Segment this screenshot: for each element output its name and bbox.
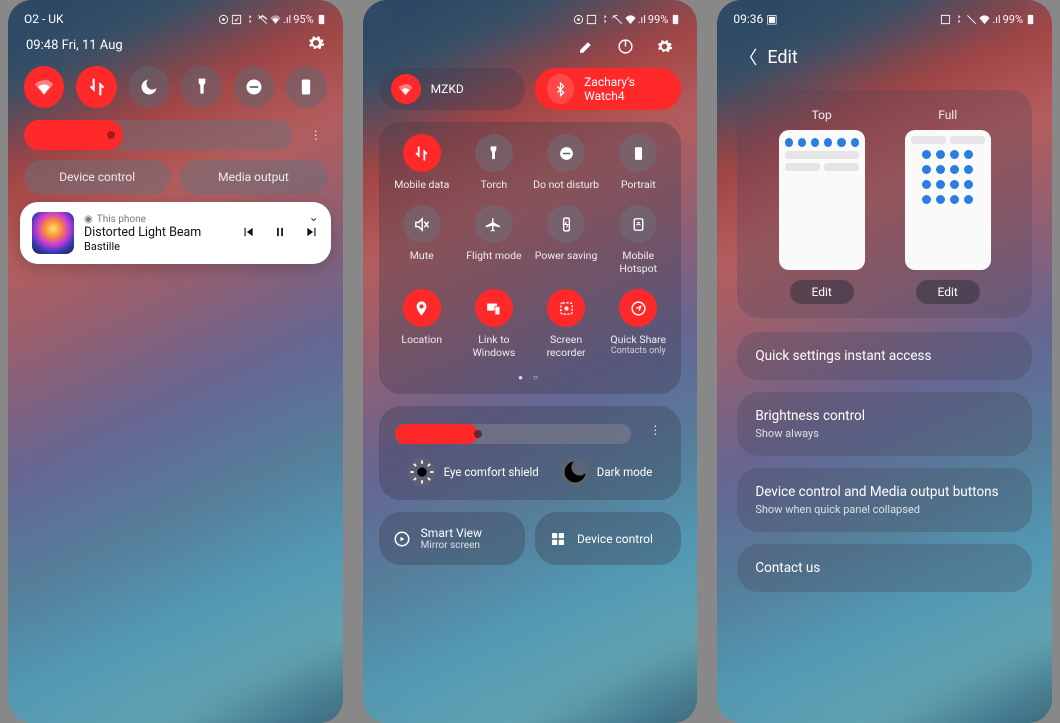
status-bar: .ıl 99% [373, 8, 688, 30]
tile-mobile-data[interactable]: Mobile data [389, 134, 455, 191]
setting-instant-access[interactable]: Quick settings instant access [737, 332, 1032, 380]
battery-pct: 99% [1003, 13, 1023, 26]
brightness-slider[interactable] [24, 120, 293, 150]
status-bar: O2 - UK .ıl 95% [18, 8, 333, 30]
eye-comfort-toggle[interactable]: Eye comfort shield [408, 458, 539, 486]
tile-quick-share[interactable]: Quick ShareContacts only [605, 289, 671, 359]
preview-full-label: Full [905, 108, 991, 122]
dark-mode-toggle[interactable]: Dark mode [561, 458, 653, 486]
tile-power-saving[interactable]: Power saving [533, 205, 599, 275]
tile-dnd[interactable]: Do not disturb [533, 134, 599, 191]
page-dots[interactable]: ● ○ [389, 373, 672, 382]
status-bar: 09:36 ▣ .ıl 99% [727, 8, 1042, 30]
target-icon: ◉ [84, 214, 93, 225]
tile-screen-recorder[interactable]: Screen recorder [533, 289, 599, 359]
battery-pct: 95% [293, 13, 313, 26]
mobile-data-toggle[interactable] [76, 66, 116, 108]
setting-brightness-control[interactable]: Brightness control Show always [737, 392, 1032, 456]
bluetooth-pill[interactable]: Zachary's Watch4 [535, 68, 681, 110]
setting-device-media-buttons[interactable]: Device control and Media output buttons … [737, 468, 1032, 532]
battery-pct: 99% [648, 13, 668, 26]
media-output-button[interactable]: Media output [180, 160, 326, 194]
media-player-card[interactable]: ◉ This phone Distorted Light Beam Bastill… [20, 202, 331, 264]
page-title: Edit [767, 47, 797, 68]
play-pause-button[interactable] [273, 225, 287, 242]
smart-view-tile[interactable]: Smart ViewMirror screen [379, 512, 525, 565]
torch-toggle[interactable] [181, 66, 221, 108]
tile-hotspot[interactable]: Mobile Hotspot [605, 205, 671, 275]
tile-mute[interactable]: Mute [389, 205, 455, 275]
edit-icon[interactable] [578, 38, 595, 58]
device-control-tile[interactable]: Device control [535, 512, 681, 565]
image-icon: ▣ [766, 12, 777, 26]
minus-toggle[interactable] [234, 66, 274, 108]
status-icons: .ıl 99% [940, 13, 1036, 26]
next-track-button[interactable] [305, 225, 319, 242]
brightness-more-icon[interactable]: ⋮ [649, 423, 661, 437]
clock-date: 09:48 Fri, 11 Aug [26, 38, 123, 53]
edit-top-button[interactable]: Edit [790, 280, 854, 304]
back-icon[interactable]: 〈 [739, 44, 757, 70]
layout-preview-card: Top Edit Full Edit [737, 90, 1032, 318]
preview-top-label: Top [779, 108, 865, 122]
wifi-name: MZKD [431, 82, 464, 96]
preview-full [905, 130, 991, 270]
tile-location[interactable]: Location [389, 289, 455, 359]
quick-tiles-card: Mobile data Torch Do not disturb Portrai… [379, 122, 682, 394]
tile-torch[interactable]: Torch [461, 134, 527, 191]
tile-link-windows[interactable]: Link to Windows [461, 289, 527, 359]
carrier-label: O2 - UK [24, 12, 64, 26]
status-icons: .ıl 95% [218, 13, 327, 26]
settings-icon[interactable] [656, 38, 673, 58]
media-source: This phone [97, 214, 146, 225]
settings-icon[interactable] [307, 34, 325, 56]
bt-name: Zachary's Watch4 [584, 75, 669, 103]
brightness-slider[interactable] [395, 424, 632, 444]
media-title: Distorted Light Beam [84, 225, 231, 240]
status-icons: .ıl 99% [573, 13, 682, 26]
media-artist: Bastille [84, 240, 231, 253]
wifi-toggle[interactable] [24, 66, 64, 108]
brightness-card: ⋮ Eye comfort shield Dark mode [379, 406, 682, 500]
brightness-more-icon[interactable]: ⋮ [303, 128, 329, 142]
wifi-pill[interactable]: MZKD [379, 68, 525, 110]
edit-full-button[interactable]: Edit [916, 280, 980, 304]
clock: 09:36 [733, 12, 763, 26]
bluetooth-icon [547, 74, 574, 104]
wifi-icon [391, 74, 421, 104]
chevron-down-icon[interactable]: ⌄ [309, 210, 319, 224]
tile-portrait[interactable]: Portrait [605, 134, 671, 191]
dnd-toggle[interactable] [129, 66, 169, 108]
tile-flight-mode[interactable]: Flight mode [461, 205, 527, 275]
album-art [32, 212, 74, 254]
setting-contact-us[interactable]: Contact us [737, 544, 1032, 592]
portrait-toggle[interactable] [286, 66, 326, 108]
preview-top [779, 130, 865, 270]
prev-track-button[interactable] [241, 225, 255, 242]
device-control-button[interactable]: Device control [24, 160, 170, 194]
power-icon[interactable] [617, 38, 634, 58]
